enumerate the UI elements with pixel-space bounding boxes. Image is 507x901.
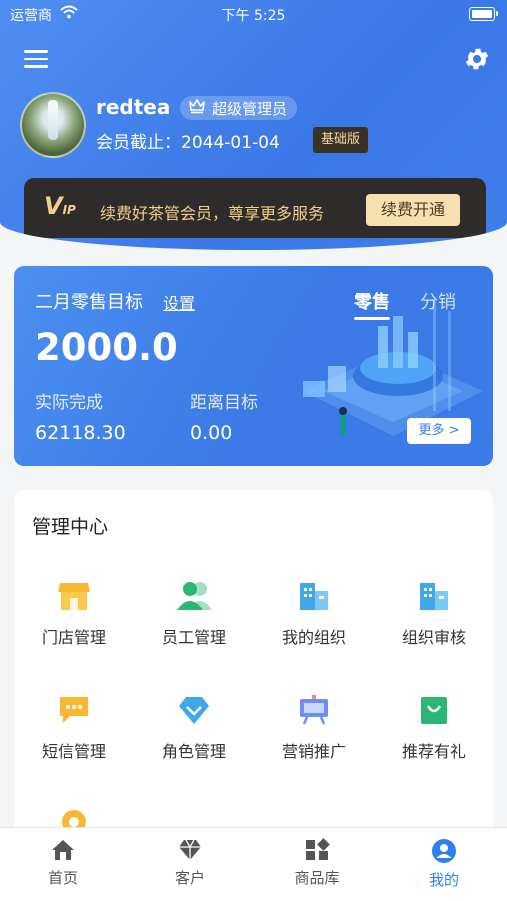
remaining-label: 距离目标 <box>190 393 258 413</box>
grid-item-referral[interactable]: 推荐有礼 <box>374 694 494 762</box>
role-label: 超级管理员 <box>212 99 288 118</box>
actual-label: 实际完成 <box>35 393 103 413</box>
tab-label: 客户 <box>174 869 205 887</box>
grid-item-store[interactable]: 门店管理 <box>14 580 134 648</box>
tab-mine[interactable]: 我的 <box>381 838 507 890</box>
grid-item-label: 组织审核 <box>401 628 466 647</box>
building-icon <box>300 583 328 610</box>
building-audit-icon <box>420 583 448 610</box>
menu-icon[interactable] <box>24 50 48 70</box>
tab-distribution[interactable]: 分销 <box>420 288 456 314</box>
grid-item-marketing[interactable]: 营销推广 <box>254 694 374 762</box>
tab-retail[interactable]: 零售 <box>354 288 390 320</box>
management-center: 管理中心 门店管理 员工管理 我的组织 组织审核 短信管理 角色管理 营销推广 … <box>14 490 493 850</box>
username: redtea <box>96 95 171 119</box>
gift-bag-icon <box>421 697 447 724</box>
vip-banner[interactable]: VIP 续费好茶管会员，尊享更多服务 续费开通 <box>24 178 486 238</box>
grid-item-staff[interactable]: 员工管理 <box>134 580 254 648</box>
more-button[interactable]: 更多 > <box>407 418 471 444</box>
tab-label: 首页 <box>47 869 78 887</box>
status-bar: 运营商 下午 5:25 <box>0 0 507 28</box>
tab-label: 我的 <box>428 871 459 889</box>
grid-item-label: 角色管理 <box>161 742 226 761</box>
grid-item-label: 门店管理 <box>41 628 106 647</box>
actual-value: 62118.30 <box>35 422 126 444</box>
management-title: 管理中心 <box>32 516 109 538</box>
target-title: 二月零售目标 <box>35 292 143 313</box>
gear-icon[interactable] <box>463 45 491 73</box>
tab-bar: 首页 客户 商品库 我的 <box>0 827 507 901</box>
vip-logo: VIP <box>44 192 76 220</box>
member-expiry: 会员截止：2044-01-04 <box>96 133 280 153</box>
billboard-icon <box>300 695 328 725</box>
diamond-icon <box>179 839 201 860</box>
grid-item-my-org[interactable]: 我的组织 <box>254 580 374 648</box>
user-icon <box>432 839 456 863</box>
tab-home[interactable]: 首页 <box>0 838 126 888</box>
grid-icon <box>306 838 330 860</box>
target-settings-link[interactable]: 设置 <box>163 290 195 314</box>
grid-item-sms[interactable]: 短信管理 <box>14 694 134 762</box>
renew-button[interactable]: 续费开通 <box>366 194 460 226</box>
grid-item-org-audit[interactable]: 组织审核 <box>374 580 494 648</box>
tab-products[interactable]: 商品库 <box>254 838 380 888</box>
staff-icon <box>177 582 212 610</box>
store-icon <box>58 583 90 610</box>
diamond-icon <box>179 697 209 724</box>
status-time: 下午 5:25 <box>221 8 286 24</box>
sms-icon <box>60 697 88 723</box>
tab-label: 商品库 <box>294 869 340 887</box>
battery-icon <box>469 7 498 21</box>
role-badge: 超级管理员 <box>180 96 298 120</box>
profile-header: 运营商 下午 5:25 redtea 超级管理员 会员截止：2044-01-04… <box>0 0 507 250</box>
remaining-value: 0.00 <box>190 422 233 444</box>
vip-promo-text: 续费好茶管会员，尊享更多服务 <box>100 204 325 223</box>
avatar[interactable] <box>20 92 86 158</box>
grid-item-label: 营销推广 <box>281 742 346 761</box>
home-icon <box>52 840 74 860</box>
plan-badge: 基础版 <box>313 127 369 153</box>
grid-item-role[interactable]: 角色管理 <box>134 694 254 762</box>
grid-item-label: 员工管理 <box>161 628 226 647</box>
sales-target-card: 二月零售目标 设置 零售 分销 2000.0 实际完成 62118.30 距离目… <box>14 266 493 466</box>
target-amount: 2000.0 <box>35 326 178 369</box>
grid-item-label: 推荐有礼 <box>401 742 466 761</box>
grid-item-label: 短信管理 <box>41 742 106 761</box>
tab-customers[interactable]: 客户 <box>127 838 253 888</box>
crown-icon <box>188 98 206 118</box>
grid-item-label: 我的组织 <box>281 628 346 647</box>
